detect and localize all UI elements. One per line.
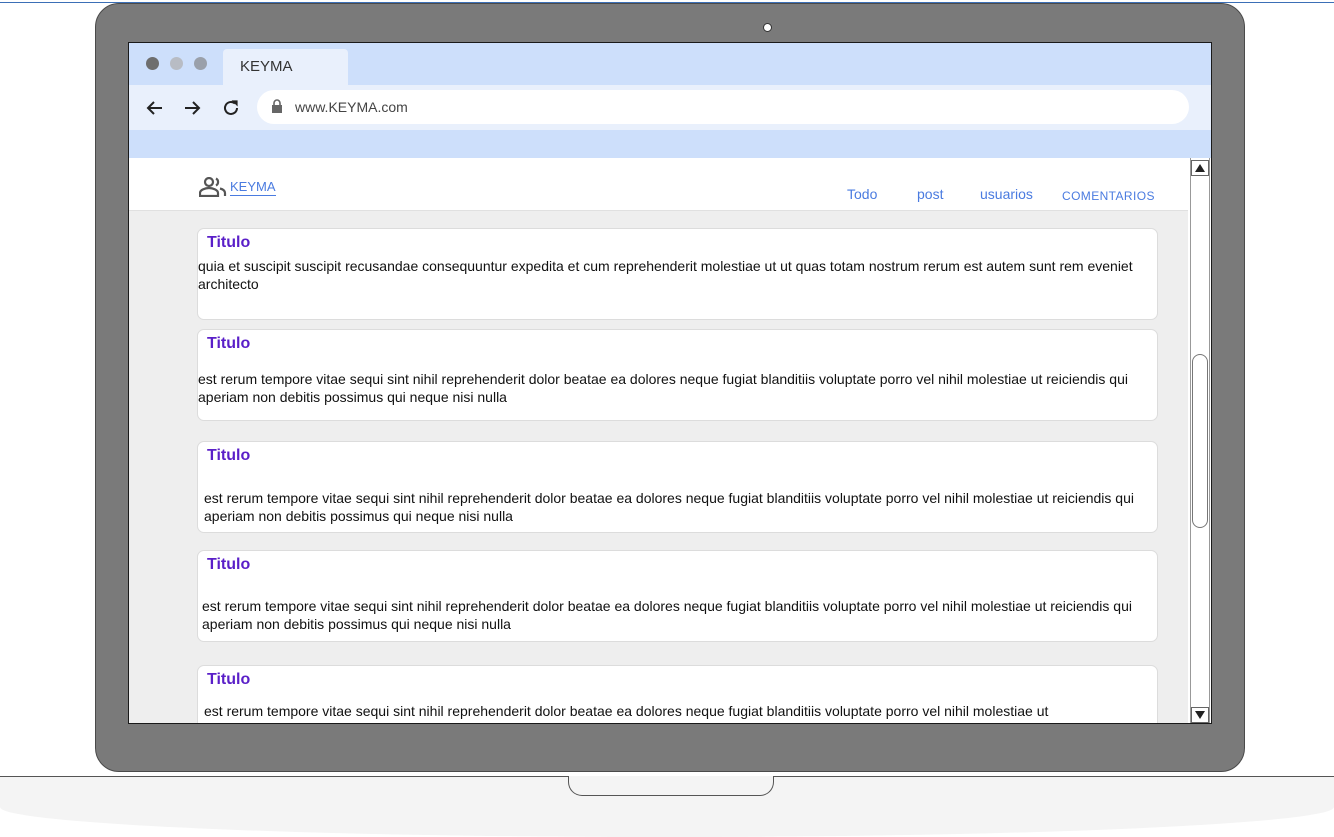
tab-bar: KEYMA: [129, 43, 1211, 85]
nav-link-usuarios[interactable]: usuarios: [980, 186, 1033, 202]
post-title: Titulo: [207, 556, 251, 573]
app-header: KEYMA Todo post usuarios COMENTARIOS: [129, 158, 1188, 211]
browser-tab[interactable]: KEYMA: [223, 49, 348, 85]
bookmarks-bar: [129, 130, 1211, 158]
browser-toolbar: www.KEYMA.com: [129, 85, 1211, 130]
browser-window: KEYMA www.KEYMA.com KEYMA Todo post usua…: [128, 42, 1212, 724]
post-body: quia et suscipit suscipit recusandae con…: [198, 258, 1133, 292]
post-title: Titulo: [207, 234, 251, 251]
people-icon: [199, 177, 227, 197]
camera-icon: [763, 23, 772, 32]
maximize-window-dot[interactable]: [194, 57, 207, 70]
posts-container: Titulo quia et suscipit suscipit recusan…: [129, 211, 1188, 723]
post-card[interactable]: Titulo quia et suscipit suscipit recusan…: [197, 228, 1158, 320]
back-button[interactable]: [143, 96, 167, 120]
nav-link-post[interactable]: post: [917, 186, 943, 202]
lock-icon: [272, 99, 282, 113]
page-viewport: KEYMA Todo post usuarios COMENTARIOS Tit…: [129, 158, 1188, 723]
post-card[interactable]: Titulo est rerum tempore vitae sequi sin…: [197, 665, 1158, 723]
post-card[interactable]: Titulo est rerum tempore vitae sequi sin…: [197, 441, 1158, 533]
post-title: Titulo: [207, 671, 251, 688]
url-text: www.KEYMA.com: [295, 99, 408, 115]
brand-link[interactable]: KEYMA: [230, 180, 276, 196]
reload-button[interactable]: [219, 96, 243, 120]
post-body: est rerum tempore vitae sequi sint nihil…: [204, 490, 1134, 524]
forward-button[interactable]: [180, 96, 204, 120]
close-window-dot[interactable]: [146, 57, 159, 70]
post-title: Titulo: [207, 447, 251, 464]
tab-title: KEYMA: [240, 58, 293, 75]
reload-icon: [224, 100, 238, 115]
scrollbar[interactable]: [1190, 158, 1210, 723]
post-body: est rerum tempore vitae sequi sint nihil…: [202, 598, 1132, 632]
post-body: est rerum tempore vitae sequi sint nihil…: [204, 703, 1049, 719]
back-arrow-icon: [146, 101, 162, 115]
scroll-down-icon: [1195, 711, 1205, 719]
address-bar[interactable]: www.KEYMA.com: [257, 90, 1189, 124]
scrollbar-thumb[interactable]: [1192, 354, 1208, 528]
scroll-up-button[interactable]: [1191, 160, 1209, 176]
nav-link-comentarios[interactable]: COMENTARIOS: [1062, 188, 1155, 204]
scroll-down-button[interactable]: [1191, 707, 1209, 723]
nav-link-todo[interactable]: Todo: [847, 186, 877, 202]
post-body: est rerum tempore vitae sequi sint nihil…: [198, 371, 1128, 405]
laptop-notch: [568, 776, 774, 796]
scroll-up-icon: [1195, 164, 1205, 172]
post-title: Titulo: [207, 335, 251, 352]
minimize-window-dot[interactable]: [170, 57, 183, 70]
forward-arrow-icon: [185, 101, 201, 115]
post-card[interactable]: Titulo est rerum tempore vitae sequi sin…: [197, 329, 1158, 421]
post-card[interactable]: Titulo est rerum tempore vitae sequi sin…: [197, 550, 1158, 642]
